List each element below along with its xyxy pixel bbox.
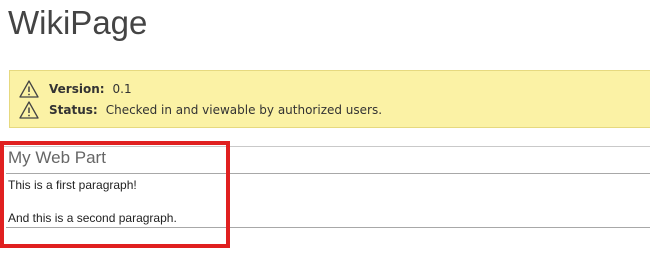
warning-icon <box>19 101 39 119</box>
version-value: 0.1 <box>112 82 132 96</box>
status-value: Checked in and viewable by authorized us… <box>105 103 383 117</box>
status-row-status: Status: Checked in and viewable by autho… <box>19 100 382 120</box>
status-row-version: Version: 0.1 <box>19 79 132 99</box>
warning-icon <box>19 80 39 98</box>
page-title: WikiPage <box>8 4 148 41</box>
wiki-page: WikiPage Version: 0.1 Status: Checked in… <box>0 0 650 272</box>
highlight-box <box>0 141 230 248</box>
version-label: Version: <box>49 82 105 96</box>
status-bar: Version: 0.1 Status: Checked in and view… <box>9 70 650 128</box>
status-label: Status: <box>49 103 98 117</box>
